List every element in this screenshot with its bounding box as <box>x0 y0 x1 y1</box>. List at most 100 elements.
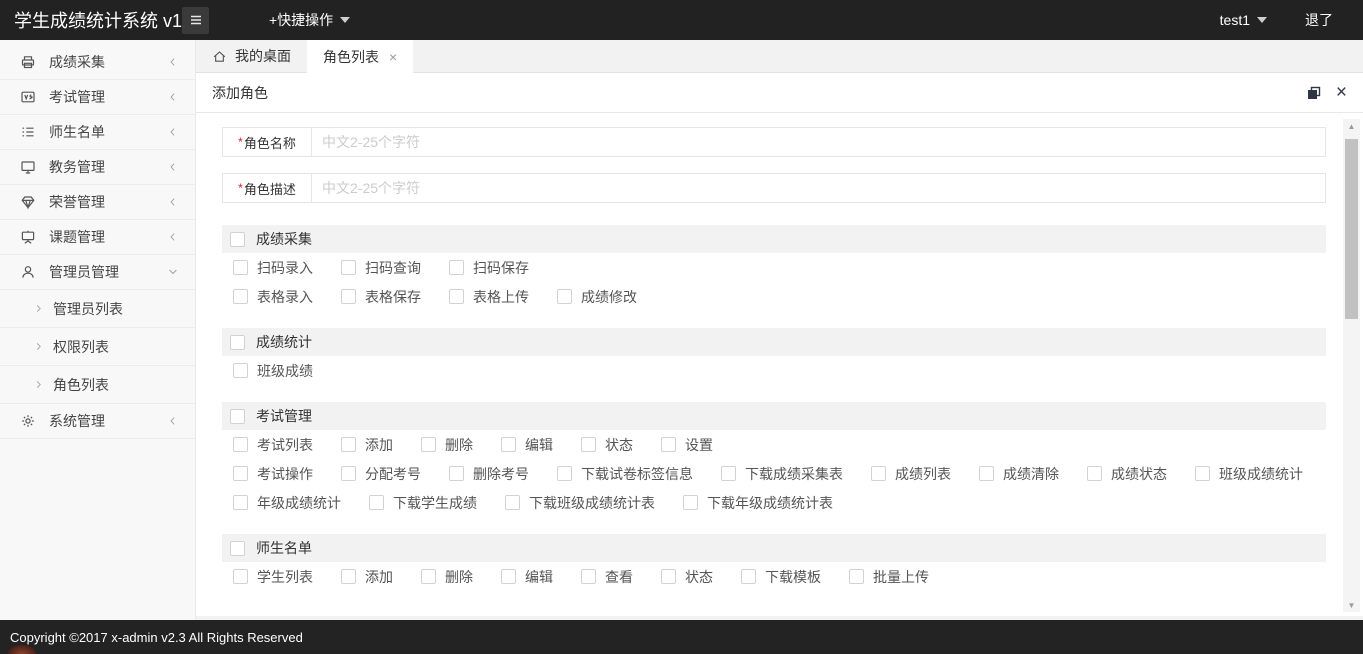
permission-item[interactable]: 添加 <box>341 567 393 587</box>
permission-item[interactable]: 考试操作 <box>233 464 313 484</box>
permission-item[interactable]: 班级成绩统计 <box>1195 464 1303 484</box>
permission-checkbox[interactable] <box>661 437 676 452</box>
sidebar-item-board[interactable]: 课题管理 <box>0 220 195 255</box>
logout-link[interactable]: 退了 <box>1305 10 1333 30</box>
permission-item[interactable]: 下载成绩采集表 <box>721 464 843 484</box>
sidebar-subitem[interactable]: 权限列表 <box>0 328 195 366</box>
permission-checkbox[interactable] <box>683 495 698 510</box>
permission-checkbox[interactable] <box>341 260 356 275</box>
permission-checkbox[interactable] <box>1195 466 1210 481</box>
permission-checkbox[interactable] <box>233 363 248 378</box>
permission-item[interactable]: 编辑 <box>501 567 553 587</box>
permission-checkbox[interactable] <box>233 569 248 584</box>
permission-checkbox[interactable] <box>233 495 248 510</box>
permission-item[interactable]: 表格录入 <box>233 287 313 307</box>
quick-actions-dropdown[interactable]: +快捷操作 <box>269 10 351 30</box>
vertical-scrollbar[interactable]: ▲ ▼ <box>1343 119 1360 612</box>
sidebar-item-monitor[interactable]: 教务管理 <box>0 150 195 185</box>
permission-checkbox[interactable] <box>581 569 596 584</box>
permission-checkbox[interactable] <box>449 260 464 275</box>
permission-checkbox[interactable] <box>505 495 520 510</box>
permission-checkbox[interactable] <box>233 289 248 304</box>
permission-item[interactable]: 考试列表 <box>233 435 313 455</box>
permission-item[interactable]: 编辑 <box>501 435 553 455</box>
permission-item[interactable]: 状态 <box>581 435 633 455</box>
group-checkbox[interactable] <box>230 334 245 350</box>
sidebar-item-gear[interactable]: 系统管理 <box>0 404 195 439</box>
permission-checkbox[interactable] <box>721 466 736 481</box>
permission-item[interactable]: 下载学生成绩 <box>369 493 477 513</box>
sidebar-item-printer[interactable]: 成绩采集 <box>0 45 195 80</box>
group-checkbox[interactable] <box>230 540 245 556</box>
permission-item[interactable]: 扫码录入 <box>233 258 313 278</box>
permission-checkbox[interactable] <box>581 437 596 452</box>
sidebar-item-user[interactable]: 管理员管理 <box>0 255 195 290</box>
permission-checkbox[interactable] <box>661 569 676 584</box>
sidebar-item-diamond[interactable]: 荣誉管理 <box>0 185 195 220</box>
permission-item[interactable]: 状态 <box>661 567 713 587</box>
permission-item[interactable]: 下载班级成绩统计表 <box>505 493 655 513</box>
scroll-up-arrow[interactable]: ▲ <box>1343 119 1360 133</box>
permission-item[interactable]: 扫码查询 <box>341 258 421 278</box>
permission-checkbox[interactable] <box>421 569 436 584</box>
permission-item[interactable]: 删除 <box>421 435 473 455</box>
sidebar-item-list[interactable]: 师生名单 <box>0 115 195 150</box>
permission-checkbox[interactable] <box>557 466 572 481</box>
permission-item[interactable]: 分配考号 <box>341 464 421 484</box>
scrollbar-thumb[interactable] <box>1345 139 1358 319</box>
restore-window-icon[interactable] <box>1306 85 1322 101</box>
role-name-input[interactable] <box>311 127 1326 157</box>
permission-item[interactable]: 表格上传 <box>449 287 529 307</box>
permission-item[interactable]: 下载模板 <box>741 567 821 587</box>
permission-checkbox[interactable] <box>557 289 572 304</box>
permission-checkbox[interactable] <box>501 569 516 584</box>
permission-checkbox[interactable] <box>449 466 464 481</box>
close-panel-icon[interactable]: × <box>1336 83 1347 102</box>
permission-checkbox[interactable] <box>233 466 248 481</box>
permission-item[interactable]: 成绩列表 <box>871 464 951 484</box>
sidebar-toggle-button[interactable] <box>182 6 209 34</box>
permission-checkbox[interactable] <box>979 466 994 481</box>
sidebar-subitem[interactable]: 角色列表 <box>0 366 195 404</box>
group-checkbox[interactable] <box>230 408 245 424</box>
permission-item[interactable]: 成绩状态 <box>1087 464 1167 484</box>
permission-item[interactable]: 添加 <box>341 435 393 455</box>
permission-checkbox[interactable] <box>341 289 356 304</box>
permission-item[interactable]: 下载试卷标签信息 <box>557 464 693 484</box>
permission-item[interactable]: 删除考号 <box>449 464 529 484</box>
permission-checkbox[interactable] <box>421 437 436 452</box>
permission-item[interactable]: 成绩修改 <box>557 287 637 307</box>
group-checkbox[interactable] <box>230 231 245 247</box>
permission-item[interactable]: 学生列表 <box>233 567 313 587</box>
sidebar-subitem[interactable]: 管理员列表 <box>0 290 195 328</box>
permission-checkbox[interactable] <box>341 569 356 584</box>
permission-checkbox[interactable] <box>233 260 248 275</box>
permission-item[interactable]: 表格保存 <box>341 287 421 307</box>
tab-desktop[interactable]: 我的桌面 <box>196 40 307 72</box>
role-desc-input[interactable] <box>311 173 1326 203</box>
permission-checkbox[interactable] <box>741 569 756 584</box>
permission-checkbox[interactable] <box>341 466 356 481</box>
permission-checkbox[interactable] <box>341 437 356 452</box>
permission-item[interactable]: 扫码保存 <box>449 258 529 278</box>
scroll-down-arrow[interactable]: ▼ <box>1343 598 1360 612</box>
permission-item[interactable]: 删除 <box>421 567 473 587</box>
permission-item[interactable]: 批量上传 <box>849 567 929 587</box>
permission-checkbox[interactable] <box>849 569 864 584</box>
permission-item[interactable]: 查看 <box>581 567 633 587</box>
permission-checkbox[interactable] <box>501 437 516 452</box>
permission-item[interactable]: 年级成绩统计 <box>233 493 341 513</box>
user-menu[interactable]: test1 <box>1220 12 1267 28</box>
permission-checkbox[interactable] <box>369 495 384 510</box>
permission-item[interactable]: 成绩清除 <box>979 464 1059 484</box>
permission-item[interactable]: 下载年级成绩统计表 <box>683 493 833 513</box>
tab-role-list[interactable]: 角色列表 × <box>307 40 414 73</box>
permission-item[interactable]: 设置 <box>661 435 713 455</box>
permission-checkbox[interactable] <box>871 466 886 481</box>
permission-checkbox[interactable] <box>1087 466 1102 481</box>
permission-checkbox[interactable] <box>449 289 464 304</box>
permission-checkbox[interactable] <box>233 437 248 452</box>
sidebar-item-exam[interactable]: 考试管理 <box>0 80 195 115</box>
tab-close-icon[interactable]: × <box>389 49 397 65</box>
permission-item[interactable]: 班级成绩 <box>233 361 313 381</box>
